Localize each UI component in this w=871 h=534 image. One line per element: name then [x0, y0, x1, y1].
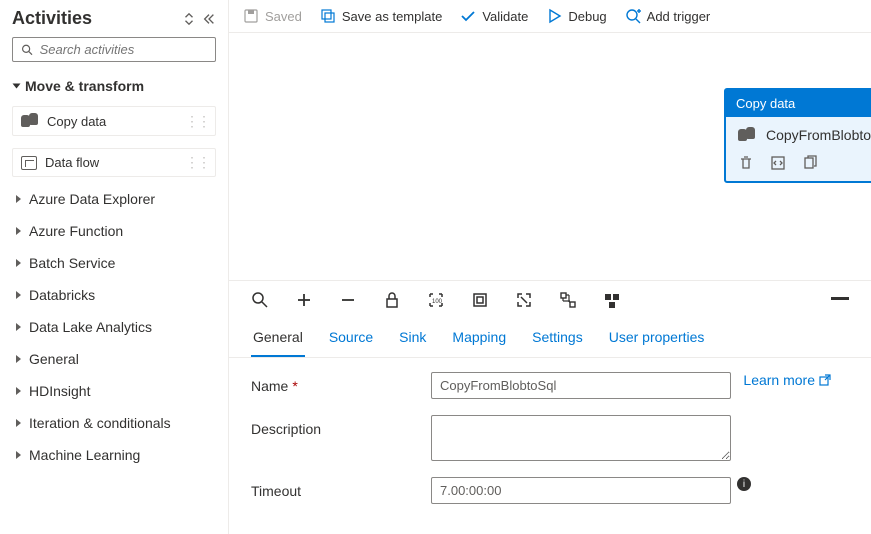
description-label: Description	[251, 415, 431, 437]
drag-grip-icon: ⋮⋮	[185, 113, 209, 130]
activity-label: Data flow	[45, 155, 99, 170]
external-link-icon	[819, 374, 831, 386]
collapse-panel-icon[interactable]	[202, 12, 216, 26]
category-hdinsight[interactable]: HDInsight	[12, 375, 216, 407]
sidebar-header: Activities	[12, 8, 216, 29]
name-input[interactable]	[431, 372, 731, 399]
fit-screen-icon[interactable]	[471, 291, 489, 309]
category-machine-learning[interactable]: Machine Learning	[12, 439, 216, 471]
info-icon[interactable]: i	[737, 477, 751, 491]
save-icon	[243, 8, 259, 24]
caret-right-icon	[16, 419, 21, 427]
category-databricks[interactable]: Databricks	[12, 279, 216, 311]
drag-grip-icon: ⋮⋮	[185, 154, 209, 171]
zoom-out-icon[interactable]	[339, 291, 357, 309]
caret-right-icon	[16, 227, 21, 235]
node-header: Copy data	[726, 90, 871, 117]
canvas-mini-toolbar: 100	[229, 280, 871, 319]
activities-sidebar: Activities Move & transform Copy data ⋮⋮…	[0, 0, 229, 534]
clone-icon[interactable]	[802, 155, 818, 171]
layout-icon[interactable]	[603, 291, 621, 309]
timeout-input[interactable]	[431, 477, 731, 504]
lock-icon[interactable]	[383, 291, 401, 309]
saved-status: Saved	[243, 8, 302, 24]
checkmark-icon	[460, 8, 476, 24]
debug-button[interactable]: Debug	[546, 8, 606, 24]
caret-right-icon	[16, 355, 21, 363]
data-flow-icon	[21, 156, 37, 170]
tab-settings[interactable]: Settings	[530, 319, 585, 357]
properties-tabs: General Source Sink Mapping Settings Use…	[229, 319, 871, 358]
caret-right-icon	[16, 387, 21, 395]
category-azure-data-explorer[interactable]: Azure Data Explorer	[12, 183, 216, 215]
caret-right-icon	[16, 451, 21, 459]
category-iteration-conditionals[interactable]: Iteration & conditionals	[12, 407, 216, 439]
search-icon	[21, 43, 34, 57]
tab-user-properties[interactable]: User properties	[607, 319, 707, 357]
zoom-icon[interactable]	[251, 291, 269, 309]
code-icon[interactable]	[770, 155, 786, 171]
category-batch-service[interactable]: Batch Service	[12, 247, 216, 279]
activity-label: Copy data	[47, 114, 106, 129]
expand-up-down-icon[interactable]	[182, 12, 196, 26]
node-footer	[726, 149, 871, 181]
save-template-icon	[320, 8, 336, 24]
description-input[interactable]	[431, 415, 731, 461]
category-general[interactable]: General	[12, 343, 216, 375]
sidebar-title: Activities	[12, 8, 92, 29]
row-description: Description	[251, 415, 849, 461]
zoom-in-icon[interactable]	[295, 291, 313, 309]
caret-down-icon	[13, 84, 21, 89]
activity-data-flow[interactable]: Data flow ⋮⋮	[12, 148, 216, 177]
tab-mapping[interactable]: Mapping	[450, 319, 508, 357]
node-name: CopyFromBlobtoSql	[766, 127, 871, 143]
caret-right-icon	[16, 195, 21, 203]
top-toolbar: Saved Save as template Validate Debug Ad…	[229, 0, 871, 33]
add-trigger-icon	[625, 8, 641, 24]
tab-sink[interactable]: Sink	[397, 319, 428, 357]
name-label: Name*	[251, 372, 431, 394]
delete-icon[interactable]	[738, 155, 754, 171]
row-timeout: Timeout i	[251, 477, 849, 504]
caret-right-icon	[16, 259, 21, 267]
caret-right-icon	[16, 323, 21, 331]
tab-source[interactable]: Source	[327, 319, 375, 357]
node-body: CopyFromBlobtoSql	[726, 117, 871, 149]
timeout-label: Timeout	[251, 477, 431, 499]
activity-copy-data[interactable]: Copy data ⋮⋮	[12, 106, 216, 136]
caret-right-icon	[16, 291, 21, 299]
section-label: Move & transform	[25, 78, 144, 94]
sidebar-header-icons	[182, 12, 216, 26]
tab-general[interactable]: General	[251, 319, 305, 357]
category-data-lake-analytics[interactable]: Data Lake Analytics	[12, 311, 216, 343]
pipeline-canvas[interactable]: Copy data CopyFromBlobtoSql	[229, 33, 871, 280]
add-trigger-button[interactable]: Add trigger	[625, 8, 711, 24]
category-azure-function[interactable]: Azure Function	[12, 215, 216, 247]
learn-more-link[interactable]: Learn more	[743, 372, 831, 388]
copy-data-icon	[21, 113, 39, 129]
save-as-template-button[interactable]: Save as template	[320, 8, 442, 24]
zoom-reset-icon[interactable]: 100	[427, 291, 445, 309]
copy-data-node[interactable]: Copy data CopyFromBlobtoSql	[724, 88, 871, 183]
general-form: Learn more Name* Description Timeout i	[229, 358, 871, 534]
search-activities[interactable]	[12, 37, 216, 62]
validate-button[interactable]: Validate	[460, 8, 528, 24]
main-panel: Saved Save as template Validate Debug Ad…	[229, 0, 871, 534]
play-icon	[546, 8, 562, 24]
panel-resize-handle[interactable]	[831, 297, 849, 300]
svg-text:100: 100	[432, 299, 443, 305]
copy-data-icon	[738, 127, 756, 143]
section-move-transform[interactable]: Move & transform	[12, 72, 216, 100]
auto-align-icon[interactable]	[559, 291, 577, 309]
fullscreen-icon[interactable]	[515, 291, 533, 309]
search-input[interactable]	[40, 42, 207, 57]
